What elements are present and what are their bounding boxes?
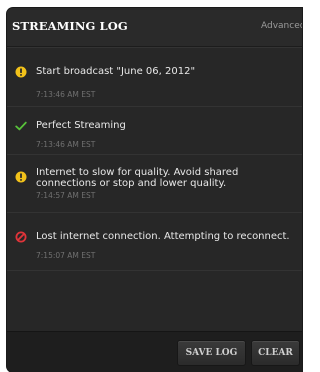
log-message: Lost internet connection. Attempting to … [36, 231, 290, 242]
warning-icon [15, 66, 27, 78]
log-timestamp: 7:14:57 AM EST [36, 191, 96, 200]
panel-title: STREAMING LOG [12, 19, 128, 33]
log-entry: Internet to slow for quality. Avoid shar… [7, 154, 302, 213]
log-message: Start broadcast "June 06, 2012" [36, 66, 196, 77]
log-message: Internet to slow for quality. Avoid shar… [36, 167, 239, 189]
log-entry: Perfect Streaming 7:13:46 AM EST [7, 106, 302, 155]
advanced-link[interactable]: Advanced [261, 21, 302, 31]
log-entry: Start broadcast "June 06, 2012" 7:13:46 … [7, 47, 302, 107]
check-icon [15, 121, 27, 131]
log-entry: Lost internet connection. Attempting to … [7, 212, 302, 271]
log-list: Start broadcast "June 06, 2012" 7:13:46 … [7, 47, 302, 332]
save-log-button[interactable]: SAVE LOG [177, 340, 246, 366]
clear-button[interactable]: CLEAR [251, 340, 300, 366]
log-message: Perfect Streaming [36, 120, 126, 131]
panel-header: STREAMING LOG Advanced [7, 8, 302, 47]
streaming-log-panel: STREAMING LOG Advanced Start broadcast "… [7, 8, 302, 372]
panel-footer: SAVE LOG CLEAR [7, 331, 302, 372]
log-timestamp: 7:13:46 AM EST [36, 140, 96, 149]
log-timestamp: 7:15:07 AM EST [36, 251, 96, 260]
log-timestamp: 7:13:46 AM EST [36, 90, 96, 99]
warning-icon [15, 171, 27, 183]
error-icon [15, 231, 27, 243]
log-empty-row [7, 270, 302, 332]
